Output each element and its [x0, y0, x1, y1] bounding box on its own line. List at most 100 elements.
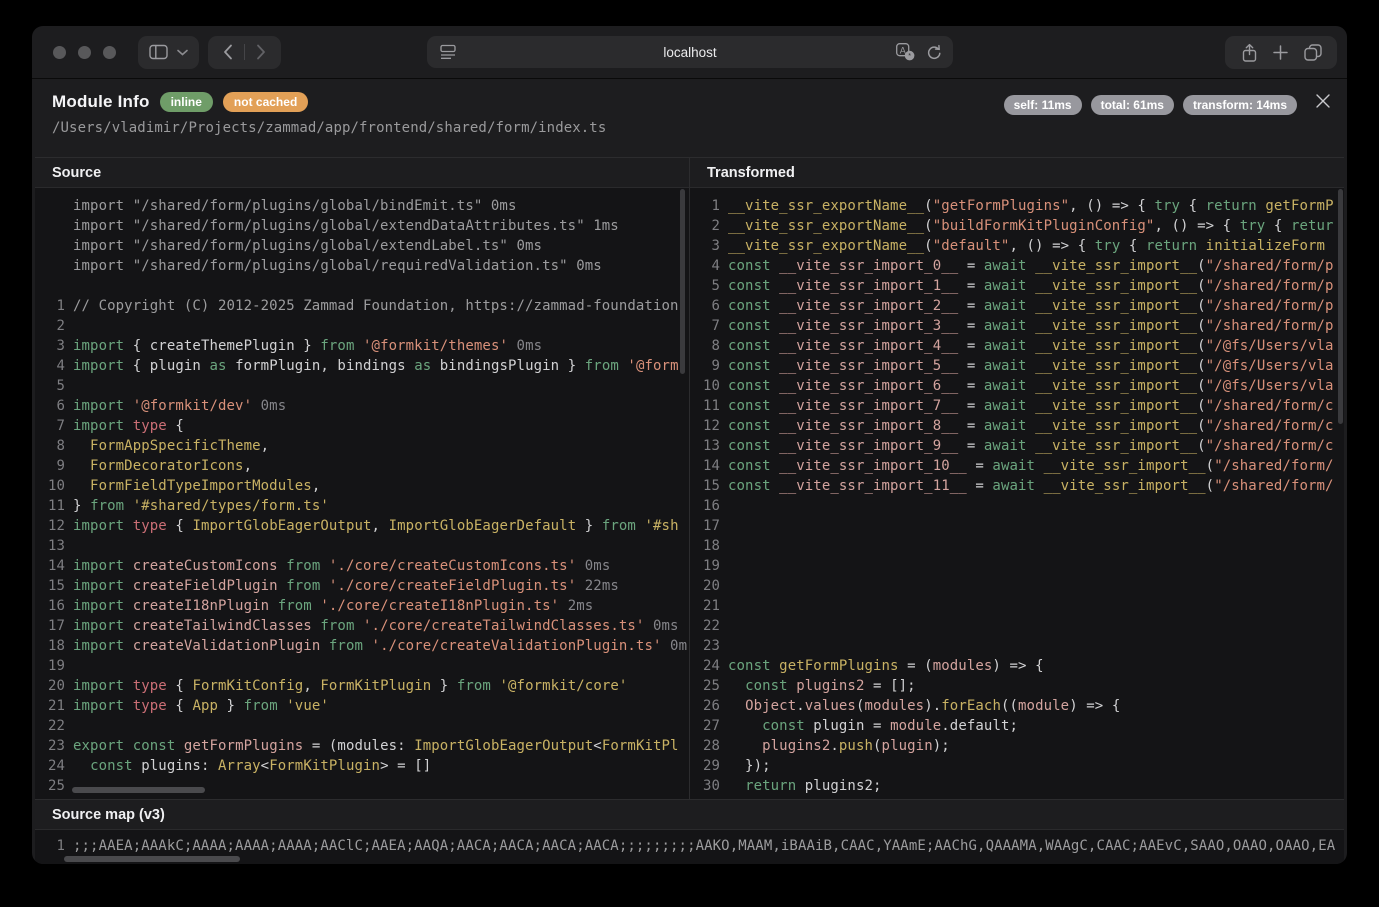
forward-button[interactable] [245, 36, 277, 69]
sourcemap-panel: Source map (v3) 1;;;AAEA;AAAkC;AAAA;AAAA… [35, 799, 1344, 864]
code-line: 1;;;AAEA;AAAkC;AAAA;AAAA;AAAA;AAClC;AAEA… [35, 836, 1344, 856]
back-button[interactable] [212, 36, 244, 69]
code-line: 24const getFormPlugins = (modules) => { [690, 656, 1344, 676]
code-line: 6import '@formkit/dev' 0ms [35, 396, 689, 416]
source-horizontal-scrollbar[interactable] [72, 787, 205, 793]
code-line: 20import type { FormKitConfig, FormKitPl… [35, 676, 689, 696]
code-line: 19 [690, 556, 1344, 576]
code-line: 14import createCustomIcons from './core/… [35, 556, 689, 576]
transformed-panel: Transformed 1__vite_ssr_exportName__("ge… [689, 158, 1344, 800]
address-bar[interactable]: localhost A * [427, 36, 953, 68]
code-line: 9 FormDecoratorIcons, [35, 456, 689, 476]
svg-text:*: * [908, 53, 911, 60]
code-line: 1__vite_ssr_exportName__("getFormPlugins… [690, 196, 1344, 216]
transformed-code-area[interactable]: 1__vite_ssr_exportName__("getFormPlugins… [690, 187, 1344, 800]
browser-window: localhost A * [32, 26, 1347, 864]
code-line: 10const __vite_ssr_import_6__ = await __… [690, 376, 1344, 396]
code-line: 11const __vite_ssr_import_7__ = await __… [690, 396, 1344, 416]
code-line: import "/shared/form/plugins/global/exte… [35, 216, 689, 236]
code-line: 28 plugins2.push(plugin); [690, 736, 1344, 756]
url-text[interactable]: localhost [427, 36, 953, 68]
code-line: 8const __vite_ssr_import_4__ = await __v… [690, 336, 1344, 356]
minimize-window-button[interactable] [78, 46, 91, 59]
code-line: 21 [690, 596, 1344, 616]
code-line: 5 [35, 376, 689, 396]
stat-transform-time: transform: 14ms [1183, 95, 1297, 115]
code-line: 22 [690, 616, 1344, 636]
code-line [35, 276, 689, 296]
zoom-window-button[interactable] [103, 46, 116, 59]
toolbar-right-group [1225, 36, 1337, 69]
code-line: 7import type { [35, 416, 689, 436]
badge-inline: inline [160, 92, 213, 112]
code-line: 21import type { App } from 'vue' [35, 696, 689, 716]
code-line: 24 const plugins: Array<FormKitPlugin> =… [35, 756, 689, 776]
chevron-down-icon[interactable] [177, 49, 188, 56]
close-icon[interactable] [1314, 92, 1332, 110]
source-code-area[interactable]: import "/shared/form/plugins/global/bind… [35, 187, 689, 800]
code-line: 6const __vite_ssr_import_2__ = await __v… [690, 296, 1344, 316]
transformed-panel-title: Transformed [690, 158, 1344, 187]
code-line: 9const __vite_ssr_import_5__ = await __v… [690, 356, 1344, 376]
code-line: 15const __vite_ssr_import_11__ = await _… [690, 476, 1344, 496]
code-line: 20 [690, 576, 1344, 596]
code-line: 22 [35, 716, 689, 736]
code-line: 7const __vite_ssr_import_3__ = await __v… [690, 316, 1344, 336]
code-line: 27 const plugin = module.default; [690, 716, 1344, 736]
code-line: 11} from '#shared/types/form.ts' [35, 496, 689, 516]
browser-toolbar: localhost A * [32, 26, 1347, 79]
page-title: Module Info [52, 92, 150, 112]
source-panel-title: Source [35, 158, 689, 187]
code-line: 18 [690, 536, 1344, 556]
code-line: 25 const plugins2 = []; [690, 676, 1344, 696]
code-line: 23export const getFormPlugins = (modules… [35, 736, 689, 756]
code-line: 16 [690, 496, 1344, 516]
svg-text:A: A [900, 45, 906, 55]
tab-overview-icon[interactable] [1304, 44, 1322, 61]
transformed-vertical-scrollbar[interactable] [1338, 189, 1343, 424]
module-file-path: /Users/vladimir/Projects/zammad/app/fron… [52, 120, 1347, 136]
code-line: import "/shared/form/plugins/global/requ… [35, 256, 689, 276]
code-line: 18import createValidationPlugin from './… [35, 636, 689, 656]
code-line: 3import { createThemePlugin } from '@for… [35, 336, 689, 356]
code-line: 14const __vite_ssr_import_10__ = await _… [690, 456, 1344, 476]
code-line: 25 [35, 776, 689, 796]
badge-not-cached: not cached [223, 92, 308, 112]
code-line: 13const __vite_ssr_import_9__ = await __… [690, 436, 1344, 456]
code-line: 2 [35, 316, 689, 336]
new-tab-icon[interactable] [1273, 45, 1288, 60]
navigation-group [208, 36, 281, 69]
code-line: import "/shared/form/plugins/global/exte… [35, 236, 689, 256]
code-line: 5const __vite_ssr_import_1__ = await __v… [690, 276, 1344, 296]
code-line: 10 FormFieldTypeImportModules, [35, 476, 689, 496]
sourcemap-horizontal-scrollbar[interactable] [64, 856, 240, 862]
code-line: 2__vite_ssr_exportName__("buildFormKitPl… [690, 216, 1344, 236]
code-line: 17 [690, 516, 1344, 536]
source-panel: Source import "/shared/form/plugins/glob… [35, 158, 689, 800]
reload-icon[interactable] [926, 44, 942, 61]
code-line: 12import type { ImportGlobEagerOutput, I… [35, 516, 689, 536]
code-line: 29 }); [690, 756, 1344, 776]
code-line: 19 [35, 656, 689, 676]
code-line: 16import createI18nPlugin from './core/c… [35, 596, 689, 616]
code-line: 4const __vite_ssr_import_0__ = await __v… [690, 256, 1344, 276]
sidebar-toggle-group [138, 36, 199, 69]
stat-self-time: self: 11ms [1004, 95, 1082, 115]
sidebar-icon[interactable] [149, 44, 168, 60]
close-window-button[interactable] [53, 46, 66, 59]
translate-icon[interactable]: A * [896, 43, 915, 61]
window-controls [53, 46, 116, 59]
module-info-header: Module Info inline not cached self: 11ms… [32, 79, 1347, 158]
panels-container: Source import "/shared/form/plugins/glob… [35, 157, 1344, 800]
code-line: 1// Copyright (C) 2012-2025 Zammad Found… [35, 296, 689, 316]
code-line: import "/shared/form/plugins/global/bind… [35, 196, 689, 216]
share-icon[interactable] [1241, 43, 1258, 63]
code-line: 4import { plugin as formPlugin, bindings… [35, 356, 689, 376]
code-line: 30 return plugins2; [690, 776, 1344, 796]
sourcemap-panel-title: Source map (v3) [35, 800, 1344, 829]
stat-total-time: total: 61ms [1091, 95, 1174, 115]
code-line: 15import createFieldPlugin from './core/… [35, 576, 689, 596]
timing-stats: self: 11ms total: 61ms transform: 14ms [1004, 95, 1297, 115]
source-vertical-scrollbar[interactable] [680, 189, 685, 374]
code-line: 26 Object.values(modules).forEach((modul… [690, 696, 1344, 716]
